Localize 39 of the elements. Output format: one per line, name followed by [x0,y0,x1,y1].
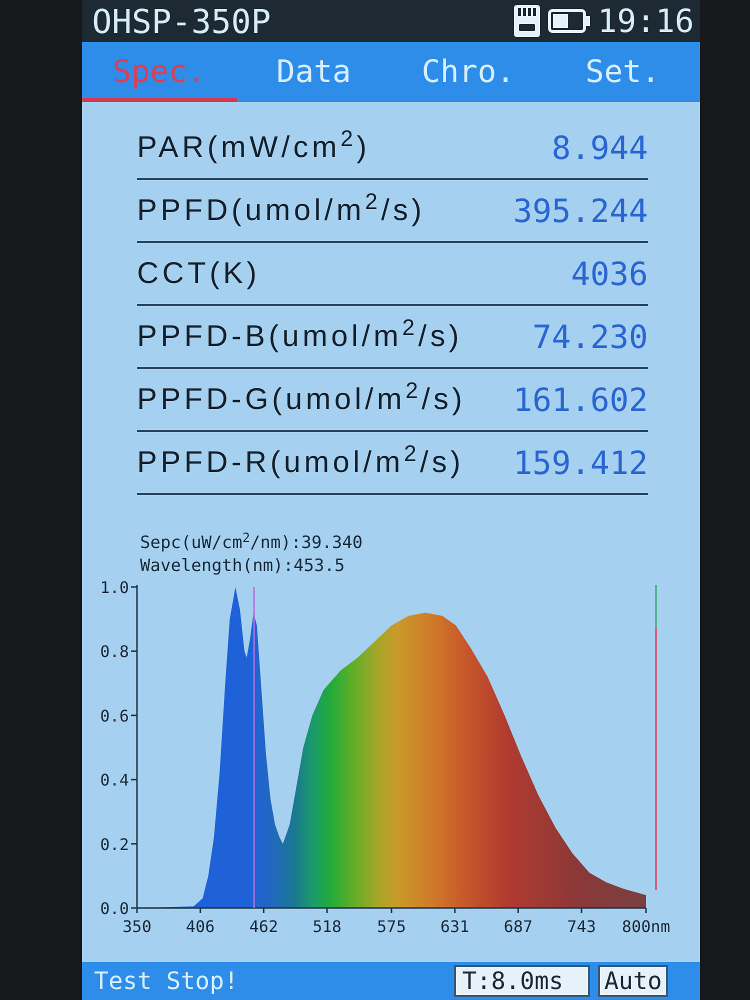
measurement-value: 74.230 [532,316,648,358]
y-tick-label: 0.8 [100,642,129,662]
measurement-label: PPFD-G(umol/m$^{2}$/s) [137,377,466,418]
measurement-label: CCT(K) [137,256,260,292]
x-tick-label: 518 [312,917,342,936]
x-tick-label: 631 [440,917,470,936]
x-tick-label: 406 [186,917,215,936]
y-tick-label: 0.0 [100,899,129,918]
device-title: OHSP-350P [92,4,271,38]
tab[interactable]: Set. [546,42,700,102]
measurement-value: 8.944 [552,128,648,168]
sd-card-icon [514,5,540,37]
x-tick-label: 687 [504,917,533,936]
y-tick-label: 1.0 [100,578,129,597]
tab[interactable]: Data [236,42,391,102]
measurement-value: 395.244 [513,190,648,232]
measurement-label: PPFD-B(umol/m$^{2}$/s) [137,314,462,355]
cursor-readout: Wavelength(nm):453.5 [140,555,345,578]
x-tick-label: 800nm [622,917,670,936]
x-tick-label: 743 [567,917,596,936]
x-tick-label: 350 [122,917,152,936]
integration-time-display: T:8.0ms [454,965,590,997]
x-tick-label: 575 [377,917,406,936]
y-tick-label: 0.6 [100,706,129,726]
tab[interactable]: Chro. [391,42,546,102]
measurement-label: PAR(mW/cm$^{2}$) [137,125,370,166]
y-tick-label: 0.2 [100,834,129,854]
measurement-value: 4036 [570,254,648,294]
mode-button[interactable]: Auto [598,965,668,997]
status-message: Test Stop! [94,969,238,993]
clock-time: 19:16 [598,5,694,37]
x-tick-label: 462 [249,917,278,936]
measurement-label: PPFD-R(umol/m$^{2}$/s) [137,440,464,481]
battery-icon [548,9,590,33]
measurement-value: 161.602 [513,380,648,420]
cursor-readout: Sepc(uW/cm$^{2}$/nm):39.340 [140,532,363,555]
measurement-value: 159.412 [513,442,648,484]
measurement-label: PPFD(umol/m$^{2}$/s) [137,188,426,229]
y-tick-label: 0.4 [100,770,129,790]
